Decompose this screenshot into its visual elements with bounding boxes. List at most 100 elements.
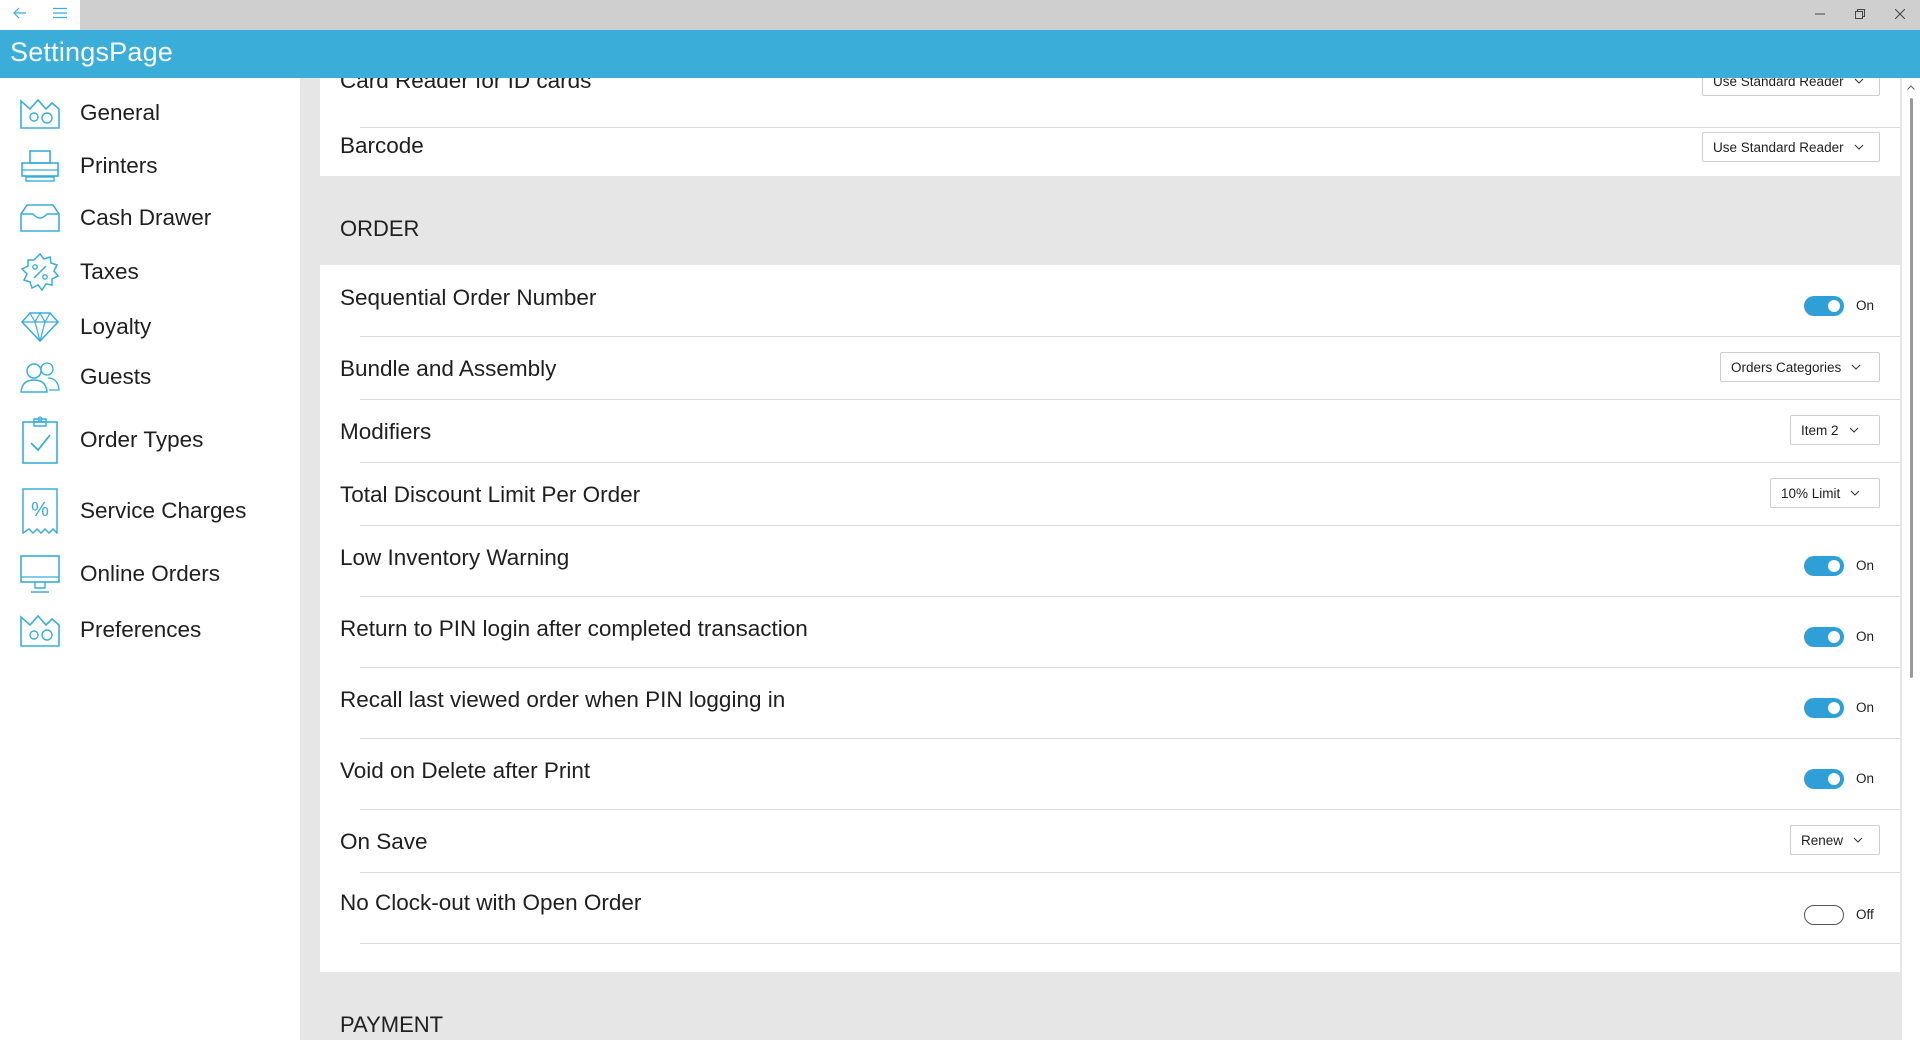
modifiers-dropdown[interactable]: Item 2: [1790, 415, 1880, 445]
sequential-order-label: Sequential Order Number: [340, 285, 597, 310]
sidebar-item-label: Printers: [80, 153, 158, 178]
chevron-down-icon: [1850, 490, 1860, 496]
readers-card: Card Reader for ID cards Use Standard Re…: [320, 78, 1900, 176]
sidebar-item-cash-drawer[interactable]: Cash Drawer: [0, 192, 300, 244]
sidebar-item-general[interactable]: General: [0, 87, 300, 139]
sidebar-item-label: Loyalty: [80, 314, 152, 339]
bundle-label: Bundle and Assembly: [340, 356, 557, 381]
discount-dropdown[interactable]: 10% Limit: [1770, 478, 1880, 508]
bundle-value: Orders Categories: [1731, 359, 1842, 375]
barcode-dropdown[interactable]: Use Standard Reader: [1702, 132, 1880, 162]
chevron-down-icon: [1853, 837, 1863, 843]
order-card: Sequential Order Number On Bundle and As…: [320, 265, 1900, 972]
preferences-icon: [19, 609, 61, 651]
barcode-value: Use Standard Reader: [1713, 139, 1844, 155]
minimize-button[interactable]: [1800, 0, 1840, 30]
cash-drawer-icon: [19, 197, 61, 239]
sidebar-item-label: Online Orders: [80, 561, 221, 586]
app-title: SettingsPage: [10, 37, 174, 67]
on-save-label: On Save: [340, 829, 428, 854]
card-reader-value: Use Standard Reader: [1713, 78, 1844, 89]
discount-value: 10% Limit: [1781, 485, 1841, 501]
scrollbar-thumb[interactable]: [1910, 98, 1913, 678]
svg-text:%: %: [31, 499, 49, 521]
printer-icon: [19, 145, 61, 187]
close-button[interactable]: [1880, 0, 1920, 30]
sidebar-item-label: General: [80, 100, 161, 125]
card-reader-dropdown[interactable]: Use Standard Reader: [1702, 78, 1880, 96]
setting-row-no-clockout: No Clock-out with Open Order Off: [320, 873, 1900, 943]
section-title-order: ORDER: [340, 216, 420, 241]
setting-row-bundle: Bundle and Assembly Orders Categories: [320, 337, 1900, 399]
setting-row-discount: Total Discount Limit Per Order 10% Limit: [320, 463, 1900, 525]
low-inventory-toggle[interactable]: [1804, 556, 1844, 576]
return-pin-label: Return to PIN login after completed tran…: [340, 616, 808, 641]
toggle-state-text: On: [1856, 558, 1875, 573]
sidebar-item-service-charges[interactable]: % Service Charges: [0, 481, 300, 541]
percent-receipt-icon: %: [19, 485, 61, 537]
minimize-icon: [1815, 6, 1825, 24]
sidebar-item-label: Preferences: [80, 617, 202, 642]
toggle-state-text: Off: [1856, 907, 1874, 922]
modifiers-value: Item 2: [1801, 422, 1839, 438]
low-inventory-label: Low Inventory Warning: [340, 545, 570, 570]
modifiers-label: Modifiers: [340, 419, 432, 444]
setting-row-recall-order: Recall last viewed order when PIN loggin…: [320, 668, 1900, 738]
menu-button[interactable]: [40, 0, 80, 30]
hamburger-icon: [52, 6, 68, 24]
setting-row-low-inventory: Low Inventory Warning On: [320, 526, 1900, 596]
no-clockout-toggle[interactable]: [1804, 905, 1844, 925]
chevron-down-icon: [1849, 427, 1859, 433]
general-icon: [19, 92, 61, 134]
sidebar-item-online-orders[interactable]: Online Orders: [0, 546, 300, 602]
title-bar-left: [0, 0, 80, 30]
return-pin-toggle[interactable]: [1804, 627, 1844, 647]
recall-order-label: Recall last viewed order when PIN loggin…: [340, 687, 786, 712]
settings-content: Card Reader for ID cards Use Standard Re…: [300, 78, 1902, 1040]
barcode-label: Barcode: [340, 133, 424, 158]
diamond-icon: [19, 306, 61, 348]
restore-button[interactable]: [1840, 0, 1880, 30]
title-bar: [0, 0, 1920, 30]
sidebar-item-label: Service Charges: [80, 498, 247, 523]
setting-row-barcode: Barcode Use Standard Reader: [320, 128, 1900, 176]
scroll-up-arrow-icon[interactable]: [1906, 82, 1916, 92]
setting-row-modifiers: Modifiers Item 2: [320, 400, 1900, 462]
toggle-state-text: On: [1856, 700, 1875, 715]
window-controls: [1800, 0, 1920, 30]
bundle-dropdown[interactable]: Orders Categories: [1720, 352, 1880, 382]
sidebar-item-preferences[interactable]: Preferences: [0, 602, 300, 658]
chevron-down-icon: [1854, 78, 1864, 84]
monitor-icon: [19, 553, 61, 595]
setting-row-on-save: On Save Renew: [320, 810, 1900, 872]
back-arrow-icon: [13, 6, 27, 24]
sequential-order-toggle[interactable]: [1804, 296, 1844, 316]
clipboard-check-icon: [19, 414, 61, 466]
restore-icon: [1855, 6, 1865, 24]
sidebar-item-label: Cash Drawer: [80, 205, 212, 230]
no-clockout-label: No Clock-out with Open Order: [340, 890, 642, 915]
void-delete-toggle[interactable]: [1804, 769, 1844, 789]
app-header: SettingsPage: [0, 30, 1920, 78]
sidebar-item-loyalty[interactable]: Loyalty: [0, 301, 300, 353]
sidebar-item-printers[interactable]: Printers: [0, 140, 300, 192]
setting-row-card-reader: Card Reader for ID cards Use Standard Re…: [320, 78, 1900, 112]
sidebar-item-label: Taxes: [80, 259, 139, 284]
sidebar-item-taxes[interactable]: Taxes: [0, 246, 300, 298]
toggle-state-text: On: [1856, 629, 1875, 644]
recall-order-toggle[interactable]: [1804, 698, 1844, 718]
card-reader-label: Card Reader for ID cards: [340, 78, 592, 93]
sidebar: General Printers Cash Drawer Taxes Loyal…: [0, 78, 300, 1040]
on-save-value: Renew: [1801, 832, 1844, 848]
section-title-payment: PAYMENT: [340, 1012, 444, 1037]
back-button[interactable]: [0, 0, 40, 30]
on-save-dropdown[interactable]: Renew: [1790, 825, 1880, 855]
setting-row-void-delete: Void on Delete after Print On: [320, 739, 1900, 809]
divider: [360, 943, 1900, 944]
sidebar-item-guests[interactable]: Guests: [0, 351, 300, 403]
sidebar-item-label: Order Types: [80, 427, 204, 452]
close-icon: [1894, 6, 1906, 24]
sidebar-item-order-types[interactable]: Order Types: [0, 410, 300, 470]
void-delete-label: Void on Delete after Print: [340, 758, 591, 783]
vertical-scrollbar[interactable]: [1902, 78, 1920, 1040]
